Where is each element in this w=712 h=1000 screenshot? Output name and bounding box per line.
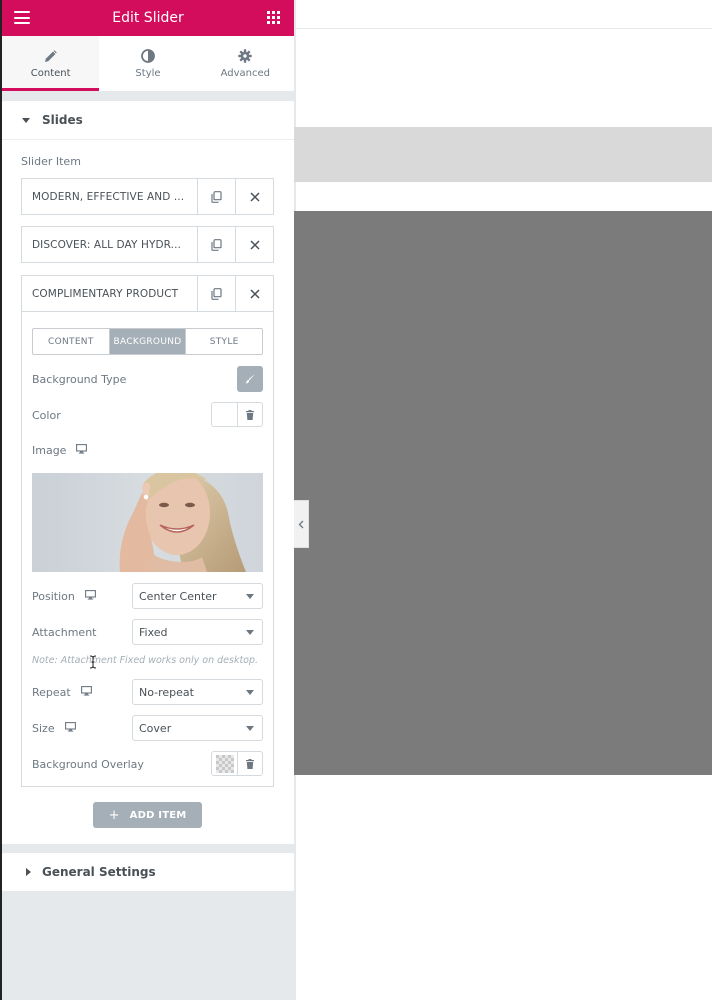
preview-slider[interactable] xyxy=(294,211,712,775)
plus-icon: + xyxy=(108,807,120,823)
tab-advanced[interactable]: Advanced xyxy=(197,36,294,91)
tab-style[interactable]: Style xyxy=(99,36,196,91)
pencil-icon xyxy=(43,48,59,64)
background-overlay-label: Background Overlay xyxy=(32,758,144,771)
desktop-icon[interactable] xyxy=(76,444,88,457)
preview-section-band xyxy=(294,127,712,182)
attachment-note: Note: Attachment Fixed works only on des… xyxy=(32,655,259,666)
chevron-left-icon xyxy=(298,520,304,528)
half-circle-icon xyxy=(140,48,156,64)
overlay-swatch[interactable] xyxy=(212,752,238,775)
color-swatch[interactable] xyxy=(212,403,238,426)
panel-tabs: Content Style Advanced xyxy=(2,36,294,92)
close-icon[interactable] xyxy=(235,227,273,262)
brush-icon[interactable] xyxy=(237,366,263,392)
preview-divider xyxy=(296,28,712,29)
background-overlay-text: Background Overlay xyxy=(32,758,144,771)
background-type-text: Background Type xyxy=(32,373,127,386)
tab-advanced-label: Advanced xyxy=(220,68,271,79)
overlay-color-picker[interactable] xyxy=(211,751,263,776)
desktop-icon[interactable] xyxy=(64,722,76,735)
color-picker[interactable] xyxy=(211,402,263,427)
widgets-grid-icon[interactable] xyxy=(267,11,280,24)
slider-item-1[interactable]: MODERN, EFFECTIVE AND ... xyxy=(21,178,274,215)
position-text: Position xyxy=(32,590,75,603)
size-value: Cover xyxy=(139,721,172,735)
trash-icon[interactable] xyxy=(238,403,262,426)
repeat-label: Repeat xyxy=(32,686,92,699)
add-item-button[interactable]: + ADD ITEM xyxy=(93,802,202,828)
slider-item-3[interactable]: COMPLIMENTARY PRODUCT xyxy=(21,275,274,312)
slider-item-1-title: MODERN, EFFECTIVE AND ... xyxy=(32,190,185,203)
attachment-text: Attachment xyxy=(32,626,97,639)
color-label: Color xyxy=(32,409,61,422)
chevron-down-icon xyxy=(246,726,254,731)
panel-header: Edit Slider xyxy=(2,0,294,36)
image-label: Image xyxy=(32,444,88,457)
collapse-panel-button[interactable] xyxy=(294,500,309,548)
slider-item-2[interactable]: DISCOVER: ALL DAY HYDR... xyxy=(21,226,274,263)
chevron-down-icon xyxy=(246,690,254,695)
slider-item-label: Slider Item xyxy=(21,155,81,168)
gear-icon xyxy=(237,48,253,64)
desktop-icon[interactable] xyxy=(84,590,96,603)
attachment-value: Fixed xyxy=(139,625,168,639)
slides-section-toggle[interactable]: Slides xyxy=(2,101,294,139)
slider-item-2-title: DISCOVER: ALL DAY HYDR... xyxy=(32,238,181,251)
general-settings-toggle[interactable]: General Settings xyxy=(2,853,294,891)
close-icon[interactable] xyxy=(235,179,273,214)
tab-content[interactable]: Content xyxy=(2,36,100,91)
text-cursor-icon xyxy=(89,655,97,669)
caret-down-icon xyxy=(22,117,30,123)
tab-style-label: Style xyxy=(135,68,161,79)
position-label: Position xyxy=(32,590,96,603)
panel-title: Edit Slider xyxy=(112,10,184,26)
position-value: Center Center xyxy=(139,589,217,603)
transparent-swatch-icon xyxy=(215,754,234,773)
desktop-icon[interactable] xyxy=(80,686,92,699)
size-label: Size xyxy=(32,722,76,735)
position-select[interactable]: Center Center xyxy=(132,583,263,609)
slides-section-title: Slides xyxy=(42,113,83,127)
general-settings-title: General Settings xyxy=(42,865,156,879)
add-item-label: ADD ITEM xyxy=(129,809,187,821)
color-text: Color xyxy=(32,409,61,422)
slider-item-3-title: COMPLIMENTARY PRODUCT xyxy=(32,287,179,300)
editor-panel: Edit Slider Content Style Advanced Slide xyxy=(0,0,296,1000)
chevron-down-icon xyxy=(246,630,254,635)
size-select[interactable]: Cover xyxy=(132,715,263,741)
chevron-down-icon xyxy=(246,594,254,599)
trash-icon[interactable] xyxy=(238,752,262,775)
item-tab-content[interactable]: CONTENT xyxy=(33,329,110,354)
attachment-label: Attachment xyxy=(32,626,97,639)
repeat-text: Repeat xyxy=(32,686,71,699)
image-text: Image xyxy=(32,444,67,457)
hamburger-menu-icon[interactable] xyxy=(14,11,30,24)
duplicate-icon[interactable] xyxy=(197,227,235,262)
size-text: Size xyxy=(32,722,55,735)
duplicate-icon[interactable] xyxy=(197,179,235,214)
caret-right-icon xyxy=(26,868,31,876)
duplicate-icon[interactable] xyxy=(197,276,235,311)
item-tab-style[interactable]: STYLE xyxy=(186,329,262,354)
tab-content-label: Content xyxy=(30,68,71,79)
item-tab-switcher: CONTENT BACKGROUND STYLE xyxy=(32,328,263,355)
repeat-select[interactable]: No-repeat xyxy=(132,679,263,705)
item-tab-background[interactable]: BACKGROUND xyxy=(109,329,187,354)
close-icon[interactable] xyxy=(235,276,273,311)
background-type-label: Background Type xyxy=(32,373,126,386)
attachment-select[interactable]: Fixed xyxy=(132,619,263,645)
repeat-value: No-repeat xyxy=(139,685,194,699)
background-image-preview[interactable] xyxy=(32,473,263,572)
